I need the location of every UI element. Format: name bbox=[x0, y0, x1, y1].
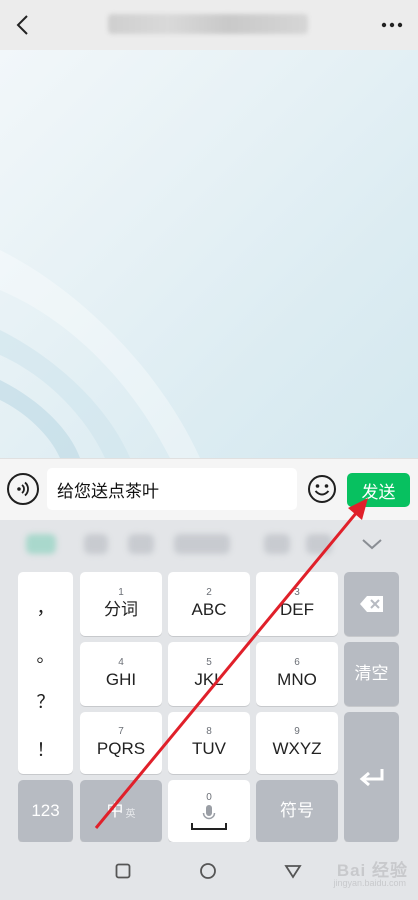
t9-keyboard: ， 。 ？ ！ 1 分词 2 ABC 3 DEF 4 GHI 5 JKL 6 M… bbox=[0, 568, 418, 842]
key-number: 8 bbox=[206, 726, 212, 737]
enter-key[interactable] bbox=[344, 712, 399, 842]
symbol-column[interactable]: ， 。 ？ ！ bbox=[18, 572, 73, 774]
language-switch-key[interactable]: 中 英 bbox=[80, 780, 162, 842]
background-swoosh bbox=[0, 250, 200, 458]
recents-button[interactable] bbox=[112, 860, 134, 882]
language-label: 中 bbox=[106, 801, 124, 820]
blurred-chat-title bbox=[108, 14, 308, 34]
key-6[interactable]: 6 MNO bbox=[256, 642, 338, 706]
key-label: ABC bbox=[191, 600, 227, 619]
back-button[interactable] bbox=[6, 8, 38, 42]
chevron-left-icon bbox=[16, 15, 28, 35]
key-5[interactable]: 5 JKL bbox=[168, 642, 250, 706]
square-icon bbox=[115, 863, 131, 879]
microphone-icon bbox=[202, 805, 216, 820]
backspace-icon bbox=[359, 596, 383, 612]
blurred-tool-5[interactable] bbox=[264, 534, 290, 554]
system-nav-bar: Bai 经验 jingyan.baidu.com bbox=[0, 842, 418, 900]
symbol-question[interactable]: ？ bbox=[18, 688, 73, 714]
space-number: 0 bbox=[206, 792, 212, 803]
chat-area bbox=[0, 50, 418, 458]
blurred-tool-6[interactable] bbox=[306, 534, 332, 554]
collapse-keyboard-button[interactable] bbox=[356, 530, 388, 558]
key-7[interactable]: 7 PQRS bbox=[80, 712, 162, 774]
clear-label: 清空 bbox=[354, 664, 389, 683]
language-sub-label: 英 bbox=[125, 809, 136, 820]
symbol-label: 符号 bbox=[280, 801, 314, 820]
key-8[interactable]: 8 TUV bbox=[168, 712, 250, 774]
message-input[interactable]: 给您送点茶叶 bbox=[47, 468, 297, 510]
key-number: 6 bbox=[294, 657, 300, 668]
chevron-down-icon bbox=[362, 539, 382, 550]
key-3[interactable]: 3 DEF bbox=[256, 572, 338, 636]
key-number: 4 bbox=[118, 657, 124, 668]
emoji-icon bbox=[308, 475, 336, 503]
number-switch-label: 123 bbox=[31, 801, 60, 820]
number-switch-key[interactable]: 123 bbox=[18, 780, 73, 842]
backspace-key[interactable] bbox=[344, 572, 399, 636]
key-label: MNO bbox=[277, 670, 317, 689]
emoji-button[interactable] bbox=[306, 473, 338, 505]
key-1[interactable]: 1 分词 bbox=[80, 572, 162, 636]
home-button[interactable] bbox=[197, 860, 219, 882]
key-number: 9 bbox=[294, 726, 300, 737]
symbol-period[interactable]: 。 bbox=[18, 642, 73, 668]
clear-key[interactable]: 清空 bbox=[344, 642, 399, 706]
symbol-exclaim[interactable]: ！ bbox=[18, 736, 73, 762]
key-4[interactable]: 4 GHI bbox=[80, 642, 162, 706]
key-label: DEF bbox=[280, 600, 314, 619]
more-dots-icon bbox=[381, 22, 403, 28]
circle-icon bbox=[200, 863, 216, 879]
voice-icon bbox=[17, 481, 29, 497]
key-number: 5 bbox=[206, 657, 212, 668]
key-label: WXYZ bbox=[272, 739, 322, 758]
input-bar: 给您送点茶叶 发送 bbox=[0, 458, 418, 520]
key-label: PQRS bbox=[96, 739, 146, 758]
key-2[interactable]: 2 ABC bbox=[168, 572, 250, 636]
send-button[interactable]: 发送 bbox=[347, 473, 410, 507]
space-bar-icon bbox=[191, 823, 227, 830]
blurred-tool-4[interactable] bbox=[174, 534, 230, 554]
voice-input-button[interactable] bbox=[7, 473, 39, 505]
more-button[interactable] bbox=[376, 12, 408, 38]
space-key[interactable]: 0 bbox=[168, 780, 250, 842]
enter-icon bbox=[359, 769, 383, 787]
key-label: 分词 bbox=[104, 600, 138, 619]
message-text: 给您送点茶叶 bbox=[57, 481, 159, 501]
symbol-comma[interactable]: ， bbox=[18, 594, 73, 620]
key-number: 1 bbox=[118, 587, 124, 598]
blurred-tool-1[interactable] bbox=[26, 534, 56, 554]
blurred-tool-3[interactable] bbox=[128, 534, 154, 554]
triangle-back-icon bbox=[284, 865, 302, 879]
key-number: 2 bbox=[206, 587, 212, 598]
key-label: GHI bbox=[105, 670, 137, 689]
key-number: 7 bbox=[118, 726, 124, 737]
watermark-url: jingyan.baidu.com bbox=[333, 878, 406, 888]
blurred-tool-2[interactable] bbox=[84, 534, 108, 554]
symbol-key[interactable]: 符号 bbox=[256, 780, 338, 842]
key-label: TUV bbox=[192, 739, 226, 758]
back-nav-button[interactable] bbox=[282, 860, 304, 882]
top-bar bbox=[0, 0, 418, 50]
key-label: JKL bbox=[194, 670, 224, 689]
keyboard-toolbar bbox=[0, 520, 418, 568]
key-9[interactable]: 9 WXYZ bbox=[256, 712, 338, 774]
key-number: 3 bbox=[294, 587, 300, 598]
